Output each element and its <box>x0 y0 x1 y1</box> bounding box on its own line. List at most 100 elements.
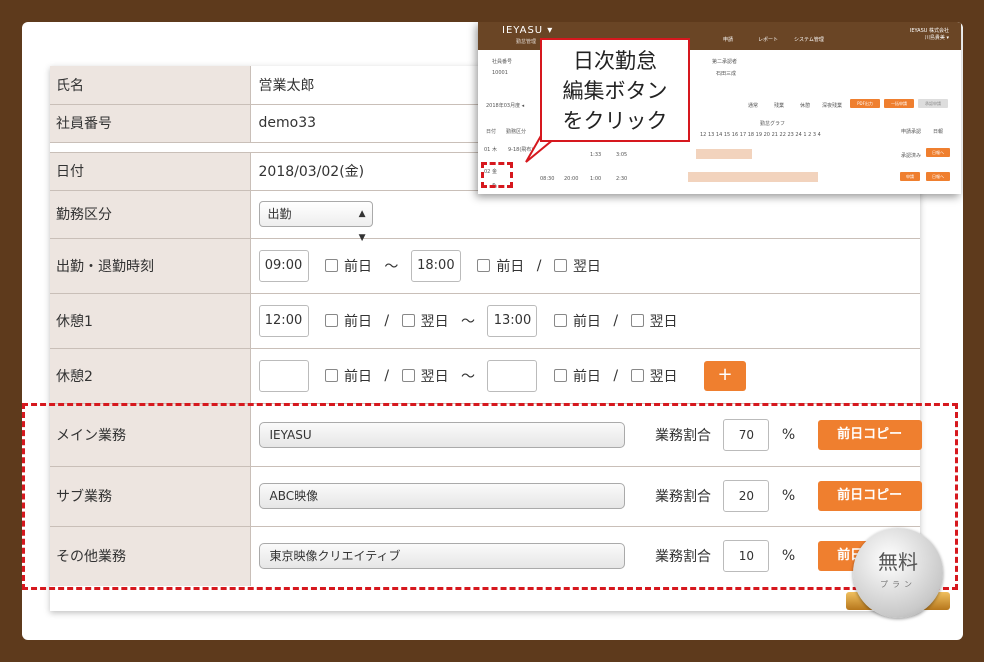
mini-col-graph: 勤怠グラフ <box>760 121 786 127</box>
prev-day-text: 前日 <box>572 368 601 385</box>
next-day-text: 翌日 <box>572 258 601 275</box>
sub-task-label: サブ業務 <box>50 466 251 527</box>
mini-r2-report-button[interactable]: 日報へ <box>926 172 950 181</box>
mini-company: IEYASU 株式会社 川島貴美 ▾ <box>910 28 949 42</box>
slash: / <box>384 312 390 329</box>
mini-batch-apply-button[interactable]: 一括申請 <box>884 99 914 108</box>
mini-nav-report[interactable]: レポート <box>758 36 778 43</box>
add-break-button[interactable]: + <box>704 360 747 391</box>
main-copy-prev-button[interactable]: 前日コピー <box>817 419 922 450</box>
sub-copy-prev-button[interactable]: 前日コピー <box>817 481 922 511</box>
break2-start-next-checkbox[interactable] <box>401 369 415 382</box>
clock-out-prev-day-checkbox[interactable] <box>477 259 491 272</box>
percent-sign: % <box>781 548 796 565</box>
mini-user[interactable]: 川島貴美 ▾ <box>910 35 949 42</box>
break2-start-prev-checkbox[interactable] <box>324 369 338 382</box>
mini-r2-in: 08:30 <box>540 176 555 182</box>
callout-bubble: 日次勤怠 編集ボタン をクリック <box>540 38 690 142</box>
mini-r1-b: 3:05 <box>616 152 628 158</box>
mini-r2-a: 1:00 <box>590 176 602 182</box>
employee-number-label: 社員番号 <box>50 104 251 143</box>
mini-nav-apply[interactable]: 申請 <box>723 36 733 43</box>
next-day-text: 翌日 <box>649 313 678 330</box>
break1-label: 休憩1 <box>50 293 251 349</box>
callout-line2: 編集ボタン <box>562 79 668 103</box>
clock-out-next-day-checkbox[interactable] <box>553 259 567 272</box>
tilde: ～ <box>461 368 476 385</box>
work-type-select[interactable]: 出勤 ▲ ▼ <box>258 201 373 243</box>
next-day-text: 翌日 <box>649 368 678 385</box>
main-ratio-input[interactable]: 70 <box>723 418 770 451</box>
work-type-label: 勤務区分 <box>50 190 251 239</box>
in-out-time-label: 出勤・退勤時刻 <box>50 238 251 294</box>
seal-title: 無料 <box>878 550 918 574</box>
clock-in-prev-day-checkbox[interactable] <box>324 259 338 272</box>
break1-start-input[interactable]: 12:00 <box>258 304 309 337</box>
mini-emp-no: 10001 <box>492 70 508 76</box>
break1-start-next-checkbox[interactable] <box>401 314 415 327</box>
mini-r1-report-button[interactable]: 日報へ <box>926 148 950 157</box>
mini-r1-day: 01 木 <box>484 147 497 153</box>
next-day-text: 翌日 <box>420 368 449 385</box>
mini-nav-system[interactable]: システム管理 <box>794 36 824 43</box>
mini-col-apply: 申請承認 <box>901 129 922 135</box>
mini-r1-bar <box>696 149 752 159</box>
percent-sign: % <box>781 426 796 443</box>
mini-r1-a: 1:33 <box>590 152 602 158</box>
prev-day-text: 前日 <box>572 313 601 330</box>
prev-day-text: 前日 <box>343 368 372 385</box>
mini-approver-header: 第二承認者 <box>712 59 738 65</box>
mini-r2-b: 2:30 <box>616 176 628 182</box>
break1-end-prev-checkbox[interactable] <box>553 314 567 327</box>
main-task-label: メイン業務 <box>50 403 251 467</box>
mini-approver: 石田三成 <box>716 71 737 77</box>
prev-day-text: 前日 <box>343 258 372 275</box>
seal-sub: プラン <box>880 580 916 589</box>
mini-legend-night: 深夜残業 <box>822 103 843 109</box>
name-label: 氏名 <box>50 66 251 105</box>
prev-day-text: 前日 <box>496 258 525 275</box>
break1-end-next-checkbox[interactable] <box>630 314 644 327</box>
mini-col-report: 日報 <box>933 129 944 135</box>
sub-ratio-input[interactable]: 20 <box>723 480 770 512</box>
clock-in-input[interactable]: 09:00 <box>258 249 309 282</box>
tutorial-canvas: 氏名 営業太郎 社員番号 demo33 日付 2018/03/02(金) 勤務区… <box>22 22 963 640</box>
main-task-select[interactable]: IEYASU <box>258 421 625 448</box>
mini-company-name: IEYASU 株式会社 <box>909 28 949 34</box>
ratio-label: 業務割合 <box>654 549 711 566</box>
clock-out-input[interactable]: 18:00 <box>410 249 461 282</box>
date-label: 日付 <box>50 152 251 191</box>
prev-day-text: 前日 <box>343 313 372 330</box>
mini-r2-bar <box>688 172 818 182</box>
mini-pdf-button[interactable]: PDF出力 <box>850 99 880 108</box>
next-day-text: 翌日 <box>420 313 449 330</box>
mini-r2-out: 20:00 <box>564 176 579 182</box>
slash: / <box>384 367 390 384</box>
tilde: ～ <box>384 258 399 275</box>
break2-end-next-checkbox[interactable] <box>630 369 644 382</box>
mini-emp-header: 社員番号 <box>492 59 513 65</box>
tilde: ～ <box>461 313 476 330</box>
break1-start-prev-checkbox[interactable] <box>324 314 338 327</box>
mini-col-day: 日付 <box>486 129 497 135</box>
free-plan-seal: 無料 プラン <box>853 528 943 618</box>
mini-period[interactable]: 2018年03月度 ◂ <box>486 102 524 109</box>
other-task-select[interactable]: 東京映像クリエイティブ <box>258 543 625 570</box>
other-ratio-input[interactable]: 10 <box>723 540 770 573</box>
callout-line3: をクリック <box>562 109 668 133</box>
mini-request-button[interactable]: 承認申請 <box>918 99 948 108</box>
break2-end-prev-checkbox[interactable] <box>553 369 567 382</box>
ratio-label: 業務割合 <box>654 427 711 444</box>
mini-legend-break: 休憩 <box>800 103 811 109</box>
mini-r1-status: 承認済み <box>901 153 922 159</box>
mini-legend-overtime: 残業 <box>774 103 785 109</box>
mini-r2-apply-button[interactable]: 申請 <box>900 172 920 181</box>
sub-task-select[interactable]: ABC映像 <box>258 483 625 509</box>
edit-button-highlight <box>481 162 513 188</box>
break2-end-input[interactable] <box>487 359 538 392</box>
select-arrows-icon: ▲ ▼ <box>358 209 366 243</box>
break1-end-input[interactable]: 13:00 <box>487 304 538 337</box>
slash: / <box>536 257 542 274</box>
break2-start-input[interactable] <box>258 359 309 392</box>
work-type-selected: 出勤 <box>267 207 292 221</box>
